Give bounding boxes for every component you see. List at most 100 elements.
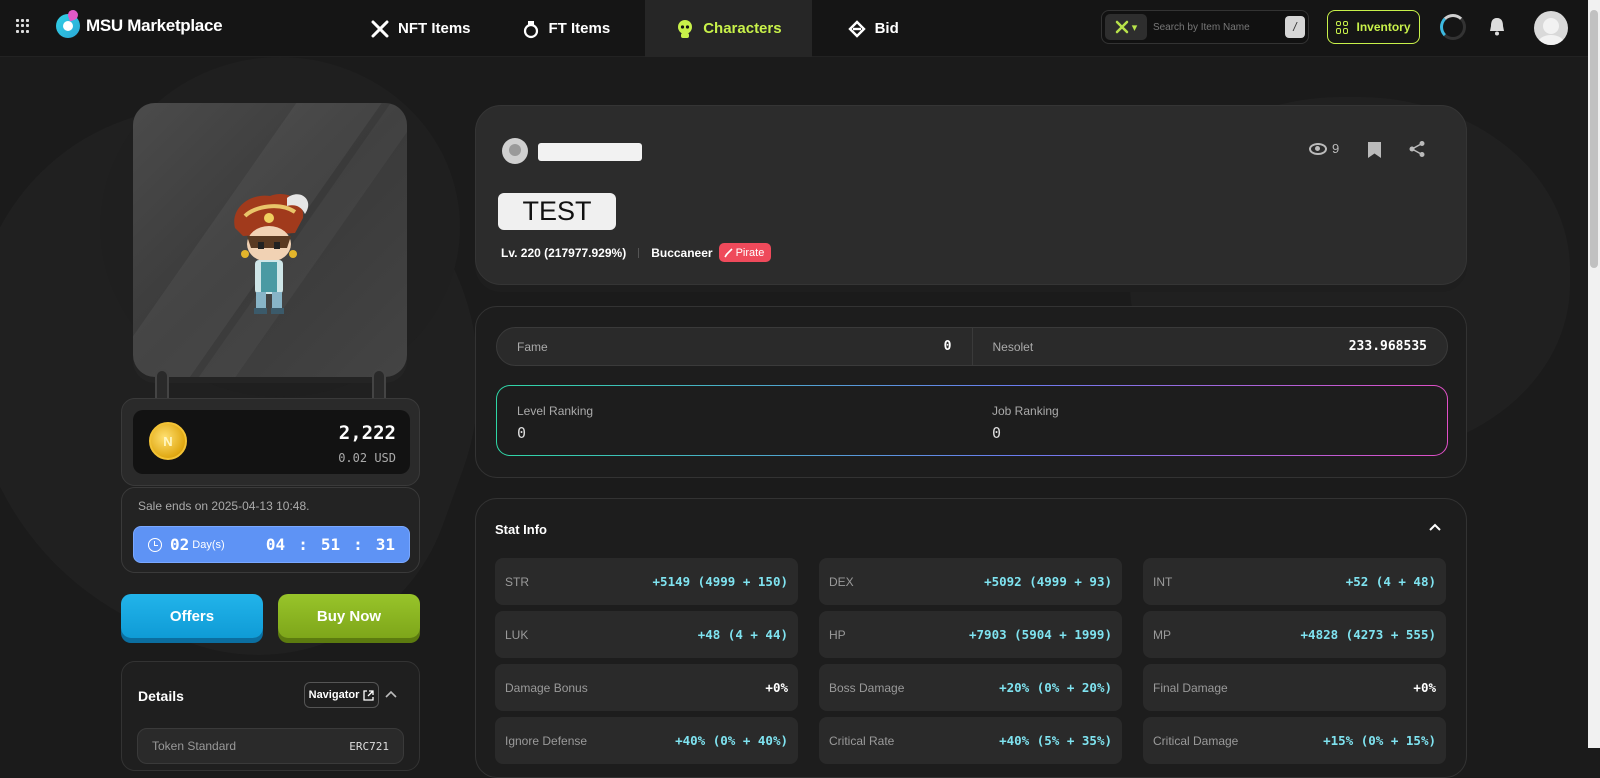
character-header-card: 9 TEST Lv. 220 (217977.929%) Buccaneer P… (475, 105, 1467, 285)
buy-now-button[interactable]: Buy Now (278, 594, 420, 638)
nav-characters[interactable]: Characters (645, 0, 812, 57)
offers-button[interactable]: Offers (121, 594, 263, 638)
stat-label: Critical Rate (829, 733, 895, 748)
stat-info-title: Stat Info (495, 522, 547, 537)
stat-label: Ignore Defense (505, 733, 588, 748)
neso-coin-icon: N (149, 422, 187, 460)
token-standard-row: Token Standard ERC721 (137, 728, 404, 764)
stat-value: +40% (5% + 35%) (999, 733, 1112, 748)
nav-ft-items[interactable]: FT Items (506, 0, 626, 57)
stat-value: +48 (4 + 44) (697, 627, 788, 642)
eye-icon (1309, 142, 1327, 155)
clock-icon (148, 537, 162, 552)
bid-icon (847, 19, 867, 39)
inventory-icon (1336, 20, 1349, 34)
share-icon[interactable] (1408, 140, 1426, 158)
stat-label: DEX (829, 574, 854, 589)
stat-mp: MP +4828 (4273 + 555) (1143, 611, 1446, 658)
price-panel: N 2,222 0.02 USD (121, 398, 420, 486)
stat-hp: HP +7903 (5904 + 1999) (819, 611, 1122, 658)
character-job: Buccaneer (651, 245, 713, 260)
stat-value: +40% (0% + 40%) (675, 733, 788, 748)
stat-value: +5092 (4999 + 93) (984, 574, 1112, 589)
timer-separator: : (353, 535, 363, 554)
nav-label: FT Items (548, 20, 611, 37)
stat-value: +4828 (4273 + 555) (1300, 627, 1436, 642)
job-ranking-value: 0 (992, 424, 1002, 442)
potion-icon (521, 19, 541, 39)
job-ranking: Job Ranking 0 (972, 386, 1447, 455)
sale-panel: Sale ends on 2025-04-13 10:48. 02 Day(s)… (121, 487, 420, 573)
nesolet-label: Nesolet (992, 339, 1034, 354)
page-scrollbar[interactable] (1588, 0, 1600, 748)
bookmark-icon[interactable] (1368, 142, 1381, 158)
nav-label: NFT Items (398, 20, 471, 37)
nesolet-value: 233.968535 (1348, 339, 1427, 354)
inventory-button[interactable]: Inventory (1327, 10, 1420, 44)
stat-dex: DEX +5092 (4999 + 93) (819, 558, 1122, 605)
user-avatar[interactable] (1534, 11, 1568, 45)
swords-icon (1115, 20, 1128, 34)
nesolet-cell: Nesolet 233.968535 (971, 328, 1448, 365)
ranking-box: Level Ranking 0 Job Ranking 0 (496, 385, 1448, 456)
token-standard-value: ERC721 (349, 739, 389, 753)
stat-label: Boss Damage (829, 680, 905, 695)
logo-text: MSU Marketplace (86, 16, 223, 35)
search-bar: ▾ / (1101, 10, 1309, 44)
character-info-card: Fame 0 Nesolet 233.968535 Level Ranking … (475, 306, 1467, 478)
stat-ignore-defense: Ignore Defense +40% (0% + 40%) (495, 717, 798, 764)
stat-value: +0% (765, 680, 788, 695)
navigator-button[interactable]: Navigator (304, 682, 379, 708)
stat-label: MP (1153, 627, 1171, 642)
scrollbar-thumb[interactable] (1590, 10, 1598, 268)
chevron-up-icon[interactable] (1426, 519, 1444, 537)
stat-int: INT +52 (4 + 48) (1143, 558, 1446, 605)
search-category-select[interactable]: ▾ (1105, 14, 1147, 40)
stat-value: +5149 (4999 + 150) (652, 574, 788, 589)
msu-logo-icon (56, 14, 80, 38)
character-image-card (133, 103, 407, 377)
timer-seconds: 31 (375, 535, 395, 554)
view-count: 9 (1309, 141, 1339, 156)
fame-label: Fame (517, 339, 548, 354)
price-value: 2,222 (338, 422, 396, 444)
stat-damage-bonus: Damage Bonus +0% (495, 664, 798, 711)
search-input[interactable] (1146, 14, 1285, 40)
logo[interactable]: MSU Marketplace (56, 14, 223, 38)
stat-value: +15% (0% + 15%) (1323, 733, 1436, 748)
timer-hours: 04 (265, 535, 286, 554)
stat-luk: LUK +48 (4 + 44) (495, 611, 798, 658)
stat-label: LUK (505, 627, 529, 642)
timer-days-label: Day(s) (192, 538, 225, 551)
level-ranking: Level Ranking 0 (497, 386, 972, 455)
nav-nft-items[interactable]: NFT Items (355, 0, 486, 57)
stat-value: +52 (4 + 48) (1345, 574, 1436, 589)
token-standard-label: Token Standard (152, 739, 237, 753)
bell-icon[interactable] (1485, 15, 1509, 39)
chevron-up-icon[interactable] (383, 686, 399, 702)
external-link-icon (363, 689, 375, 701)
stat-info-card: Stat Info STR +5149 (4999 + 150) DEX +5092… (475, 498, 1467, 778)
timer-minutes: 51 (320, 535, 341, 554)
top-navigation-bar: MSU Marketplace NFT Items FT Items Chara… (0, 0, 1600, 57)
apps-grid-icon[interactable] (16, 19, 30, 33)
swords-icon (370, 19, 390, 39)
stat-critical-rate: Critical Rate +40% (5% + 35%) (819, 717, 1122, 764)
search-shortcut-key: / (1284, 16, 1305, 38)
stat-label: Final Damage (1153, 680, 1228, 695)
stat-final-damage: Final Damage +0% (1143, 664, 1446, 711)
details-panel: Details Navigator Token Standard ERC721 (121, 661, 420, 771)
wallet-status-icon[interactable] (1440, 14, 1466, 40)
stat-value: +20% (0% + 20%) (999, 680, 1112, 695)
nav-bid[interactable]: Bid (832, 0, 914, 57)
class-badge: Pirate (718, 243, 772, 262)
stat-value: +7903 (5904 + 1999) (969, 627, 1112, 642)
stat-label: Damage Bonus (505, 680, 588, 695)
owner-avatar[interactable] (502, 138, 528, 164)
price-usd: 0.02 USD (338, 451, 396, 465)
fame-cell: Fame 0 (497, 328, 972, 365)
countdown-timer: 02 Day(s) 04 : 51 : 31 (133, 526, 410, 563)
nav-label: Bid (874, 20, 899, 37)
stat-str: STR +5149 (4999 + 150) (495, 558, 798, 605)
stat-label: HP (829, 627, 846, 642)
